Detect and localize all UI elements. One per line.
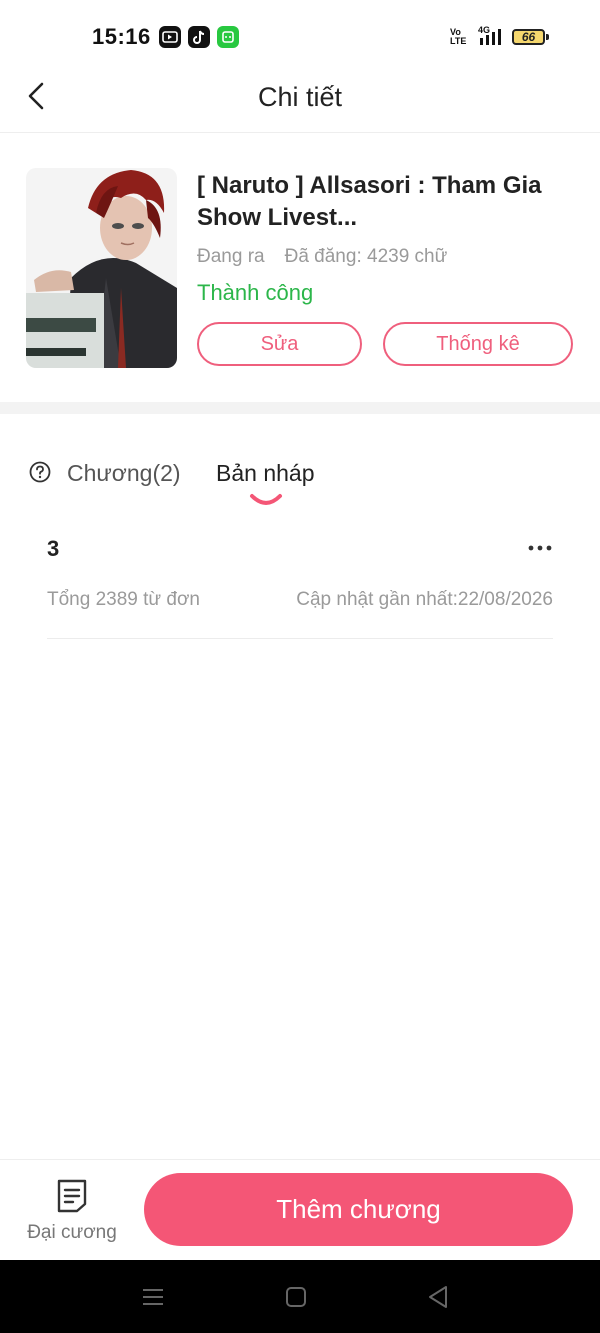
document-icon (55, 1178, 89, 1214)
system-navigation-bar (0, 1260, 600, 1333)
signal-icon (476, 26, 506, 46)
tab-chapters[interactable]: Chương(2) (67, 458, 181, 488)
back-button[interactable] (20, 78, 56, 114)
story-cover-image[interactable] (26, 168, 177, 368)
messenger-app-icon (217, 26, 239, 48)
add-chapter-button[interactable]: Thêm chương (144, 1173, 573, 1246)
edit-button[interactable]: Sửa (197, 322, 362, 366)
tab-drafts[interactable]: Bản nháp (216, 458, 314, 488)
story-title: [ Naruto ] Allsasori : Tham Gia Show Liv… (197, 172, 542, 231)
review-status: Thành công (197, 280, 314, 305)
active-tab-indicator (249, 492, 283, 508)
tiktok-icon (188, 26, 210, 48)
header-divider (0, 132, 600, 133)
outline-button[interactable]: Đại cương (20, 1172, 124, 1252)
menu-icon[interactable] (138, 1282, 168, 1312)
chevron-left-icon (28, 82, 44, 110)
story-posted-count: Đã đăng: 4239 chữ (284, 246, 448, 267)
question-circle-icon[interactable] (29, 461, 51, 483)
status-time: 15:16 (92, 24, 151, 49)
draft-word-count: Tổng 2389 từ đơn (47, 589, 201, 610)
draft-title[interactable]: 3 (47, 536, 59, 562)
section-separator (0, 402, 600, 414)
page-title: Chi tiết (257, 82, 343, 112)
story-meta: Đang ra Đã đăng: 4239 chữ (197, 246, 447, 268)
status-bar: 15:16 Vo LTE 4G 66 (0, 0, 600, 75)
story-status: Đang ra (197, 246, 265, 267)
battery-icon: 66 (512, 29, 545, 45)
draft-updated-at: Cập nhật gần nhất:22/08/2026 (296, 589, 553, 610)
home-icon[interactable] (281, 1282, 311, 1312)
back-triangle-icon[interactable] (424, 1282, 454, 1312)
more-options-icon[interactable] (526, 538, 554, 558)
bottom-bar-divider (0, 1159, 600, 1160)
battery-tip (546, 34, 549, 40)
statistics-button[interactable]: Thống kê (383, 322, 573, 366)
row-divider (47, 638, 553, 639)
volte-indicator: Vo LTE (450, 27, 467, 46)
video-app-icon (159, 26, 181, 48)
outline-label: Đại cương (27, 1222, 117, 1243)
